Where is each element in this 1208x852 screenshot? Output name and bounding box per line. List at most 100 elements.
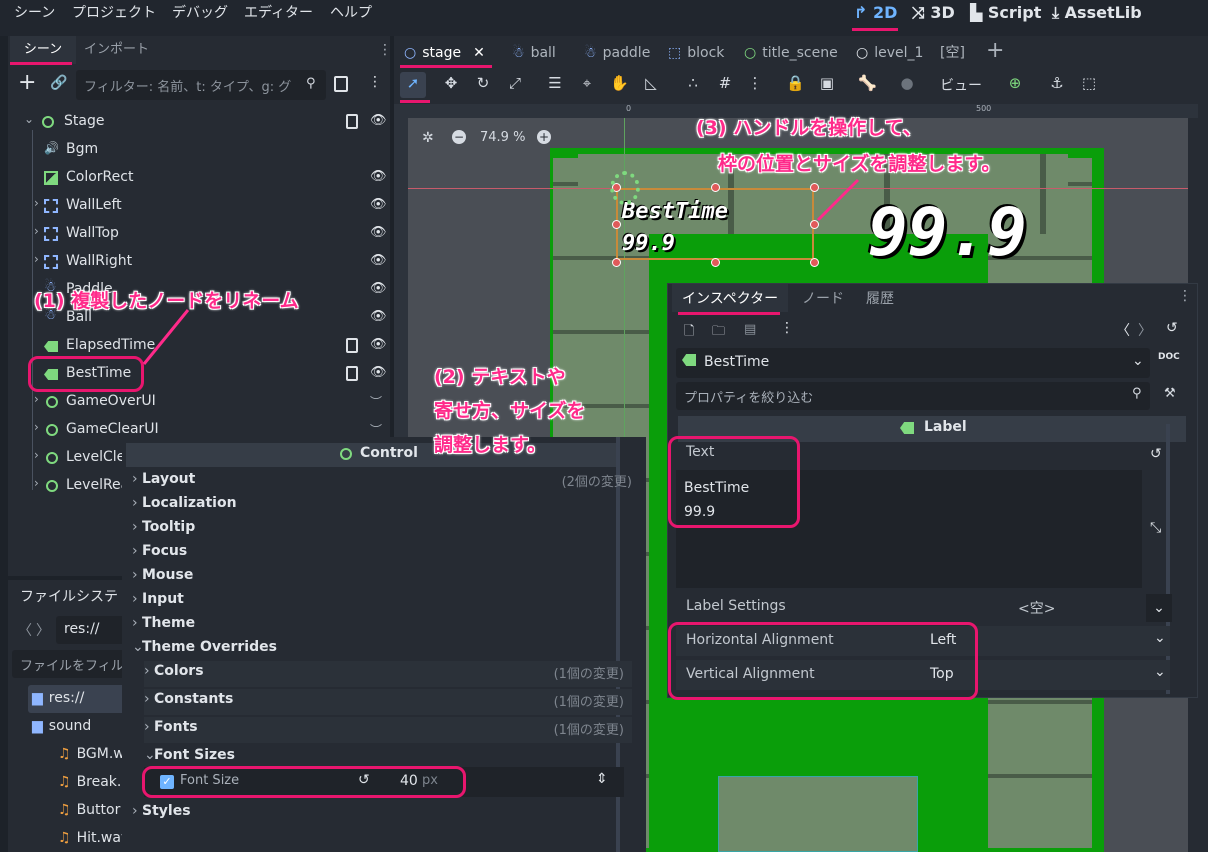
- tab-history[interactable]: 履歴: [866, 288, 894, 308]
- add-node-icon[interactable]: +: [18, 72, 36, 94]
- control-row-layout[interactable]: › Layout (2個の変更): [132, 469, 632, 493]
- folder-item[interactable]: ▆ sound: [32, 718, 91, 734]
- scene-tab-6[interactable]: [空]: [940, 39, 965, 67]
- mode-3d-button[interactable]: ⤨ 3D: [912, 3, 955, 23]
- menu-scene[interactable]: シーン: [14, 2, 55, 22]
- scene-tab-1[interactable]: ☃ ball: [512, 39, 556, 67]
- menu-help[interactable]: ヘルプ: [330, 2, 372, 22]
- more-icon[interactable]: ⋮: [368, 74, 382, 90]
- scale-tool-icon[interactable]: ⤢: [506, 74, 524, 92]
- chevron-icon[interactable]: ›: [34, 252, 39, 266]
- bone-icon[interactable]: 🦴: [858, 74, 877, 92]
- tree-item-stage[interactable]: ⌄ Stage 👁: [24, 108, 387, 136]
- control-row-tooltip[interactable]: › Tooltip: [132, 517, 632, 541]
- override-row-fonts[interactable]: › Fonts (1個の変更): [144, 717, 632, 743]
- attach-script-icon[interactable]: [334, 76, 348, 92]
- tree-item-colorrect[interactable]: ColorRect 👁: [24, 164, 387, 192]
- zoom-reset-icon[interactable]: ✲: [422, 130, 434, 146]
- grid-snap-icon[interactable]: #: [716, 74, 734, 92]
- scene-filter-input[interactable]: フィルター: 名前、t: タイプ、g: グ: [76, 70, 326, 100]
- zoom-level[interactable]: 74.9 %: [480, 130, 525, 145]
- nav-forward-icon[interactable]: 〉: [36, 620, 50, 640]
- styles-row[interactable]: › Styles: [132, 801, 632, 825]
- resize-handle[interactable]: [612, 220, 621, 229]
- chevron-icon[interactable]: ›: [34, 224, 39, 238]
- tab-scene[interactable]: シーン: [10, 36, 76, 64]
- resize-handle[interactable]: [612, 258, 621, 267]
- close-icon[interactable]: ✕: [473, 45, 485, 61]
- file-item[interactable]: ♫ Hit.wav: [58, 830, 129, 846]
- smart-snap-icon[interactable]: ∴: [684, 74, 702, 92]
- tree-item-gameoverui[interactable]: › GameOverUI ︶: [24, 388, 384, 416]
- add-scene-tab-icon[interactable]: +: [986, 38, 1004, 63]
- chevron-icon[interactable]: ⌄: [24, 112, 34, 126]
- select-tool-icon[interactable]: ➚: [404, 74, 422, 92]
- camera-icon[interactable]: ●: [898, 74, 916, 92]
- scene-tab-0[interactable]: ○ stage ✕: [404, 39, 485, 67]
- visibility-eye-icon[interactable]: 👁: [370, 197, 387, 212]
- label-settings-dropdown-icon[interactable]: ⌄: [1146, 594, 1172, 622]
- zoom-out-icon[interactable]: −: [452, 130, 466, 144]
- dock-menu-icon[interactable]: ⋮: [378, 42, 392, 58]
- resize-handle[interactable]: [810, 258, 819, 267]
- rotate-tool-icon[interactable]: ↻: [474, 74, 492, 92]
- mode-assetlib-button[interactable]: ⤓ AssetLib: [1052, 3, 1142, 23]
- visibility-eye-icon[interactable]: 👁: [370, 253, 387, 268]
- anchor-preset-icon[interactable]: ⊕: [1006, 74, 1024, 92]
- scene-tab-5[interactable]: ○ level_1: [856, 39, 923, 67]
- file-item[interactable]: ♫ Buttor: [58, 802, 120, 818]
- lock-icon[interactable]: 🔒: [786, 74, 805, 92]
- history-back-icon[interactable]: 〈: [1116, 320, 1130, 340]
- new-resource-icon[interactable]: 🗋: [684, 322, 694, 344]
- resize-handle[interactable]: [711, 183, 720, 192]
- move-tool-icon[interactable]: ✥: [442, 74, 460, 92]
- pivot-handle[interactable]: [610, 171, 640, 205]
- pan-tool-icon[interactable]: ✋: [610, 74, 629, 92]
- visibility-eye-icon[interactable]: 👁: [370, 225, 387, 240]
- link-icon[interactable]: 🔗: [50, 75, 67, 91]
- control-row-mouse[interactable]: › Mouse: [132, 565, 632, 589]
- ruler-tool-icon[interactable]: ◺: [642, 74, 660, 92]
- visibility-closed-icon[interactable]: ︶: [370, 421, 384, 437]
- anchor-icon[interactable]: ⚓: [1048, 74, 1066, 92]
- file-item[interactable]: ♫ BGM.w: [58, 746, 125, 762]
- script-icon[interactable]: [346, 366, 358, 381]
- control-row-input[interactable]: › Input: [132, 589, 632, 613]
- visibility-eye-icon[interactable]: 👁: [370, 169, 387, 184]
- snap-options-icon[interactable]: ⋮: [746, 74, 764, 92]
- file-filter-input[interactable]: ファイルをフィル: [12, 650, 132, 678]
- resource-more-icon[interactable]: ⋮: [780, 320, 794, 336]
- spin-arrows-icon[interactable]: ⇕: [596, 771, 608, 787]
- visibility-eye-icon[interactable]: 👁: [370, 337, 387, 352]
- scene-tab-4[interactable]: ○ title_scene: [744, 39, 838, 67]
- folder-item[interactable]: ▆ res://: [32, 690, 84, 706]
- tree-item-wallright[interactable]: › WallRight 👁: [24, 248, 387, 276]
- tools-icon[interactable]: ⚒: [1164, 386, 1176, 401]
- revert-icon[interactable]: ↺: [1150, 446, 1162, 462]
- chevron-icon[interactable]: ›: [34, 196, 39, 210]
- scene-tab-2[interactable]: ☃ paddle: [584, 39, 650, 67]
- tab-import[interactable]: インポート: [84, 36, 149, 64]
- override-row-constants[interactable]: › Constants (1個の変更): [144, 689, 632, 715]
- zoom-in-icon[interactable]: +: [537, 130, 551, 144]
- visibility-eye-icon[interactable]: 👁: [370, 365, 387, 380]
- menu-project[interactable]: プロジェクト: [72, 2, 156, 22]
- tab-inspector[interactable]: インスペクター: [682, 288, 778, 308]
- property-filter-input[interactable]: プロパティを絞り込む: [676, 382, 1150, 410]
- view-menu[interactable]: ビュー: [940, 75, 982, 95]
- pivot-tool-icon[interactable]: ⌖: [578, 74, 596, 92]
- mode-script-button[interactable]: ▙ Script: [970, 3, 1041, 22]
- file-item[interactable]: ♫ Break.: [58, 774, 121, 790]
- save-icon[interactable]: ▤: [744, 322, 756, 337]
- nav-back-icon[interactable]: 〈: [18, 620, 32, 640]
- container-sizing-icon[interactable]: ⬚: [1080, 74, 1098, 92]
- menu-debug[interactable]: デバッグ: [172, 2, 228, 22]
- inspector-menu-icon[interactable]: ⋮: [1178, 288, 1192, 304]
- chevron-icon[interactable]: ›: [34, 392, 39, 406]
- scene-tab-3[interactable]: ⬚ block: [668, 39, 724, 67]
- tree-item-wallleft[interactable]: › WallLeft 👁: [24, 192, 387, 220]
- mode-2d-button[interactable]: ↱ 2D: [854, 3, 897, 22]
- object-history-icon[interactable]: ↺: [1166, 320, 1178, 336]
- control-row-localization[interactable]: › Localization: [132, 493, 632, 517]
- control-row-theme[interactable]: › Theme: [132, 613, 632, 637]
